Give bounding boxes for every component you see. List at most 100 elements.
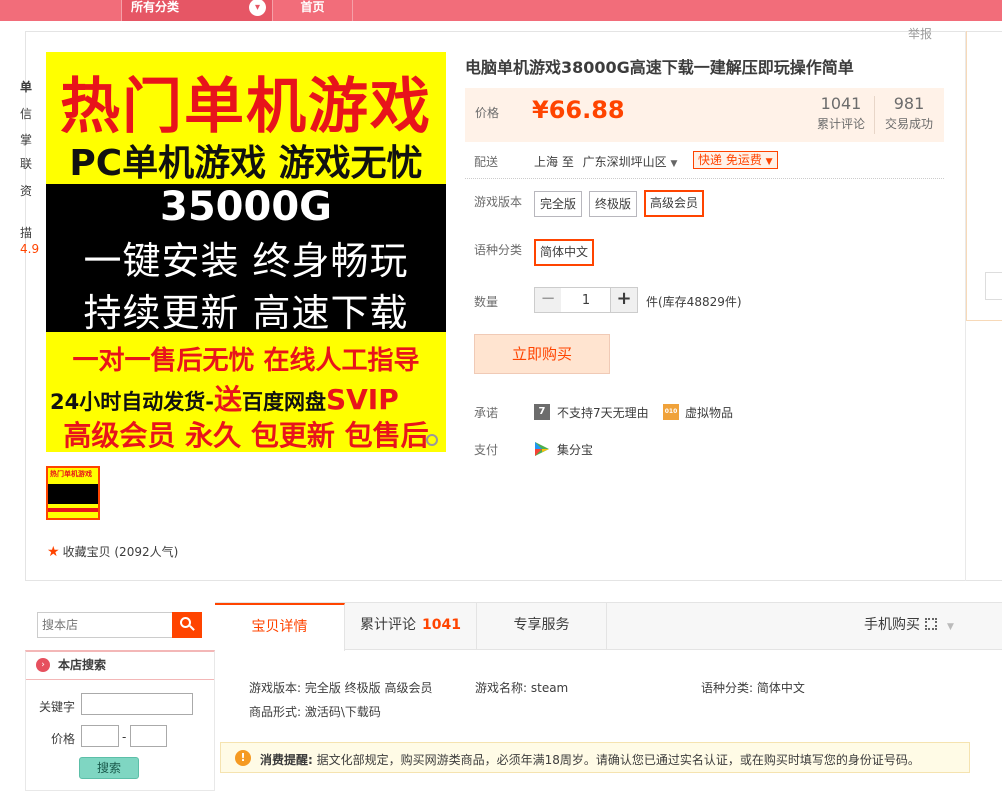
stock-info: 件(库存48829件) [646,295,742,309]
virtual-goods-text[interactable]: 虚拟物品 [685,404,733,421]
language-option-simplified-chinese[interactable]: 简体中文 [534,239,595,266]
promise-label: 承诺 [474,406,499,420]
quantity-input[interactable] [561,287,611,313]
store-owner-fragment: 掌 [20,133,33,147]
poster-install-line: 一键安装 终身畅玩 [83,239,409,283]
tab-service[interactable]: 专享服务 [477,603,607,650]
shipping-destination[interactable]: 广东深圳坪山区 [583,155,667,169]
keyword-label: 关键字 [39,700,76,714]
reviews-label: 累计评论 [817,117,866,131]
caret-down-icon: ▼ [765,157,773,167]
favorite-label: 收藏宝贝 (2092人气) [62,545,179,559]
store-search-title: 本店搜索 [58,658,107,672]
tab-reviews-label: 累计评论 [360,617,417,633]
attr-game-name: 游戏名称: steam [475,681,569,695]
shipping-method-select[interactable]: 快递 免运费 ▼ [693,151,778,169]
poster-svip-text: SVIP [325,383,399,416]
tab-reviews-count: 1041 [422,617,461,633]
tab-item-details[interactable]: 宝贝详情 [215,603,345,651]
thumbnail-band [48,484,98,504]
all-categories-menu[interactable]: 所有分类 ▾ [121,0,272,21]
divider [465,178,944,179]
home-link[interactable]: 首页 [272,0,353,21]
jifenbao-icon [535,442,549,456]
payment-method[interactable]: 集分宝 [557,441,593,458]
version-label: 游戏版本 [474,195,523,209]
notice-title: 消费提醒: [260,753,313,767]
poster-service-line: 一对一售后无忧 在线人工指导 [72,346,420,376]
mobile-buy-label: 手机购买 [864,617,920,633]
store-name-fragment[interactable]: 单 [20,78,32,95]
poster-delivery-text: 24小时自动发货- [50,390,214,414]
product-title: 电脑单机游戏38000G高速下载一建解压即玩操作简单 [465,58,854,77]
no-7day-return-text[interactable]: 不支持7天无理由 [557,404,649,421]
store-search-submit-button[interactable]: 搜索 [79,757,139,779]
store-credit-fragment: 信 [20,107,33,121]
all-categories-label: 所有分类 [131,0,180,14]
payment-label: 支付 [474,443,499,457]
favorite-item-link[interactable]: ★ 收藏宝贝 (2092人气) [47,543,178,560]
keyword-input[interactable] [81,693,193,715]
quantity-increase-button[interactable]: + [610,287,638,313]
notice-text: 消费提醒: 据文化部规定，购买网游类商品，必须年满18周岁。请确认您已通过实名认… [260,751,920,768]
consumer-notice: ! 消费提醒: 据文化部规定，购买网游类商品，必须年满18周岁。请确认您已通过实… [220,742,970,773]
zoom-icon[interactable] [426,434,438,446]
attr-game-version: 游戏版本: 完全版 终极版 高级会员 [249,681,433,695]
detail-tab-bar: 宝贝详情 累计评论 1041 专享服务 手机购买 ▼ [215,602,1002,651]
top-nav-bar: 所有分类 ▾ 首页 [0,0,1002,21]
thumbnail-text: 热门单机游戏 [50,470,92,478]
price-range-label: 价格 [51,732,76,746]
sales-count: 981 [893,94,925,113]
poster-netdisk-text: 百度网盘 [241,390,326,414]
store-search-button[interactable] [172,612,202,638]
poster-delivery-line: 24小时自动发货-送百度网盘SVIP [50,378,446,418]
mobile-buy-menu[interactable]: 手机购买 ▼ [864,603,954,649]
quantity-label: 数量 [474,295,499,309]
product-main-image[interactable]: 热门单机游戏 PC单机游戏 游戏无忧 35000G 一键安装 终身畅玩 持续更新… [46,52,446,452]
store-info-panel [965,31,1002,581]
store-action-button[interactable] [985,272,1002,300]
version-option-vip[interactable]: 高级会员 [644,190,705,217]
sales-stat: 981 交易成功 [885,94,933,132]
price-label: 价格 [475,106,500,120]
store-search-input[interactable] [37,612,173,638]
tab-reviews[interactable]: 累计评论 1041 [345,603,477,650]
language-label: 语种分类 [474,243,523,257]
shipping-label: 配送 [474,155,499,169]
caret-down-icon: ▼ [947,622,954,632]
price-min-input[interactable] [81,725,119,747]
poster-gift-word: 送 [213,383,242,416]
store-search-panel: › 本店搜索 关键字 价格 - 搜索 [25,650,215,791]
store-qualification-fragment[interactable]: 资 [20,182,32,199]
store-contact-fragment[interactable]: 联 [20,155,32,172]
price-range-dash: - [122,730,127,744]
shipping-route: 上海 至 广东深圳坪山区 ▼ [534,153,677,170]
version-option-ultimate[interactable]: 终极版 [589,191,638,217]
stat-divider [874,96,875,134]
caret-down-icon[interactable]: ▼ [671,159,678,169]
poster-size: 35000G [160,184,332,230]
report-link[interactable]: 举报 [908,25,932,42]
quantity-decrease-button[interactable]: − [534,287,562,313]
price-value: ¥66.88 [532,96,625,124]
chevron-right-icon: › [36,658,50,672]
qr-code-icon [925,618,937,630]
store-search-header: › 本店搜索 [26,652,214,680]
shipping-from: 上海 至 [534,155,574,169]
reviews-stat[interactable]: 1041 累计评论 [817,94,865,132]
warning-icon: ! [235,750,251,766]
thumbnail-stripe [48,508,98,512]
poster-headline: 热门单机游戏 [60,72,432,142]
price-panel: 价格 ¥66.88 1041 累计评论 981 交易成功 [465,88,944,142]
chevron-down-icon: ▾ [249,0,266,16]
buy-now-button[interactable]: 立即购买 [474,334,610,374]
attr-language: 语种分类: 简体中文 [701,681,805,695]
product-thumbnail[interactable]: 热门单机游戏 [46,466,100,520]
shipping-method-label: 快递 免运费 [698,153,762,167]
attr-product-form: 商品形式: 激活码\下载码 [249,705,381,719]
star-icon: ★ [47,544,60,560]
version-option-full[interactable]: 完全版 [534,191,583,217]
sales-label: 交易成功 [885,117,934,131]
poster-update-line: 持续更新 高速下载 [83,291,409,335]
price-max-input[interactable] [130,725,167,747]
